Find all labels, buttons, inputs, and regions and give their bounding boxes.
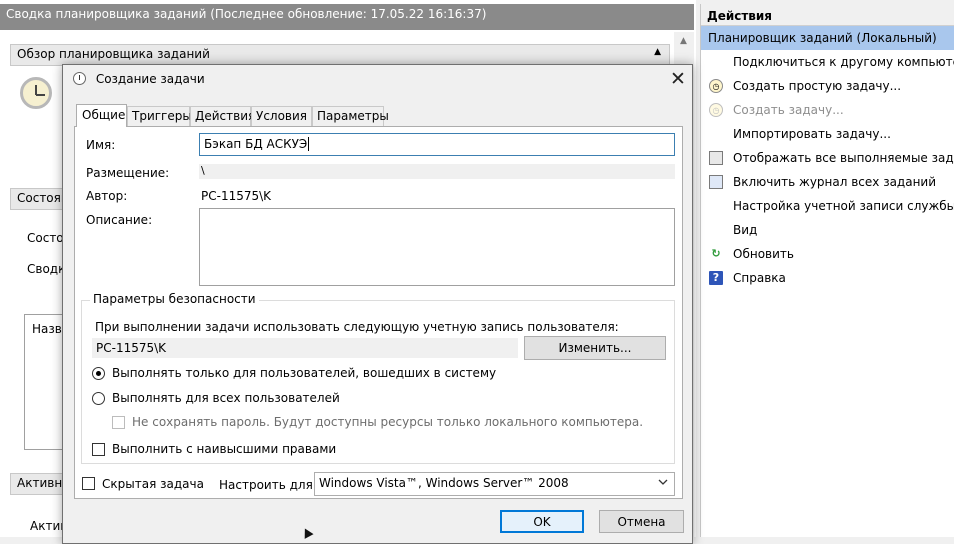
- action-create-task[interactable]: ◷ Создать задачу...: [701, 98, 954, 122]
- author-label: Автор:: [86, 189, 128, 203]
- journal-icon: [709, 175, 723, 189]
- run-all-users-radio[interactable]: [92, 392, 105, 405]
- running-tasks-icon: [709, 151, 723, 165]
- action-label: Вид: [733, 223, 758, 237]
- text-caret: [308, 137, 310, 151]
- no-store-password-checkbox[interactable]: [112, 416, 125, 429]
- hidden-task-label[interactable]: Скрытая задача: [102, 477, 204, 491]
- action-create-basic-task[interactable]: ◷ Создать простую задачу...: [701, 74, 954, 98]
- configure-for-label: Настроить для:: [219, 478, 317, 492]
- user-account-field: PC-11575\K: [92, 338, 518, 358]
- tab-general[interactable]: Общие: [76, 104, 127, 127]
- collapse-caret-icon[interactable]: ▲: [654, 47, 661, 57]
- actions-header: Действия: [701, 4, 954, 26]
- tab-triggers[interactable]: Триггеры: [127, 106, 192, 126]
- action-connect-computer[interactable]: Подключиться к другому компьютеру...: [701, 50, 954, 74]
- name-label: Имя:: [86, 138, 116, 152]
- action-label: Создать задачу...: [733, 103, 844, 117]
- configure-for-value: Windows Vista™, Windows Server™ 2008: [319, 476, 569, 490]
- ok-button[interactable]: OK: [500, 510, 584, 533]
- actions-pane: Действия Планировщик заданий (Локальный)…: [700, 4, 954, 537]
- account-prompt: При выполнении задачи использовать следу…: [95, 320, 619, 334]
- summary-title: Сводка планировщика заданий (Последнее о…: [0, 4, 694, 30]
- action-label: Справка: [733, 271, 786, 285]
- dialog-title-text: Создание задачи: [95, 72, 205, 86]
- description-textarea[interactable]: [199, 208, 675, 286]
- task-clock-icon: [73, 72, 86, 85]
- action-label: Подключиться к другому компьютеру...: [733, 55, 954, 69]
- author-value: PC-11575\K: [201, 189, 272, 203]
- wizard-icon: ◷: [709, 79, 723, 93]
- action-label: Импортировать задачу...: [733, 127, 891, 141]
- change-user-button[interactable]: Изменить...: [524, 336, 666, 360]
- action-import-task[interactable]: Импортировать задачу...: [701, 122, 954, 146]
- run-logged-on-label[interactable]: Выполнять только для пользователей, воше…: [112, 366, 496, 380]
- task-name-value: Бэкап БД АСКУЭ: [204, 137, 308, 151]
- run-all-users-label[interactable]: Выполнять для всех пользователей: [112, 391, 340, 405]
- no-store-password-label[interactable]: Не сохранять пароль. Будут доступны ресу…: [132, 415, 643, 429]
- overview-section-header[interactable]: Обзор планировщика заданий ▲: [10, 44, 670, 66]
- security-options-legend: Параметры безопасности: [90, 292, 259, 306]
- scroll-up-icon[interactable]: ▲: [680, 36, 687, 46]
- help-icon: ?: [709, 271, 723, 285]
- action-help[interactable]: ? Справка: [701, 266, 954, 290]
- action-at-service-account[interactable]: Настройка учетной записи службы AT: [701, 194, 954, 218]
- task-name-input[interactable]: Бэкап БД АСКУЭ: [199, 133, 675, 156]
- overview-section-label: Обзор планировщика заданий: [17, 47, 210, 61]
- action-label: Обновить: [733, 247, 794, 261]
- create-task-dialog: Создание задачи ✕ Общие Триггеры Действи…: [62, 64, 693, 544]
- tab-settings[interactable]: Параметры: [312, 106, 389, 126]
- action-show-running-tasks[interactable]: Отображать все выполняемые задачи: [701, 146, 954, 170]
- status-section-label: Состоян: [17, 191, 69, 205]
- hidden-task-checkbox[interactable]: [82, 477, 95, 490]
- action-label: Настройка учетной записи службы AT: [733, 199, 954, 213]
- status-text: Состо: [27, 231, 64, 245]
- security-options-group: Параметры безопасности При выполнении за…: [81, 292, 675, 464]
- action-refresh[interactable]: ↻ Обновить: [701, 242, 954, 266]
- new-task-icon: ◷: [709, 103, 723, 117]
- scheduler-clock-icon: [20, 77, 52, 109]
- location-label: Размещение:: [86, 166, 170, 180]
- chevron-down-icon[interactable]: [658, 477, 668, 487]
- close-icon[interactable]: ✕: [666, 68, 690, 92]
- refresh-icon: ↻: [711, 247, 721, 260]
- actions-context-header[interactable]: Планировщик заданий (Локальный): [701, 26, 954, 50]
- tab-actions[interactable]: Действия: [190, 106, 255, 126]
- cancel-button[interactable]: Отмена: [599, 510, 684, 533]
- action-label: Отображать все выполняемые задачи: [733, 151, 954, 165]
- location-value: \: [199, 164, 675, 179]
- dialog-title: Создание задачи: [73, 72, 205, 86]
- tab-conditions[interactable]: Условия: [251, 106, 312, 126]
- action-label: Создать простую задачу...: [733, 79, 902, 93]
- action-label: Включить журнал всех заданий: [733, 175, 937, 189]
- highest-privileges-checkbox[interactable]: [92, 443, 105, 456]
- description-label: Описание:: [86, 213, 153, 227]
- action-enable-history[interactable]: Включить журнал всех заданий: [701, 170, 954, 194]
- configure-for-select[interactable]: Windows Vista™, Windows Server™ 2008: [314, 472, 675, 496]
- run-logged-on-radio[interactable]: [92, 367, 105, 380]
- action-view[interactable]: Вид: [701, 218, 954, 242]
- highest-privileges-label[interactable]: Выполнить с наивысшими правами: [112, 442, 336, 456]
